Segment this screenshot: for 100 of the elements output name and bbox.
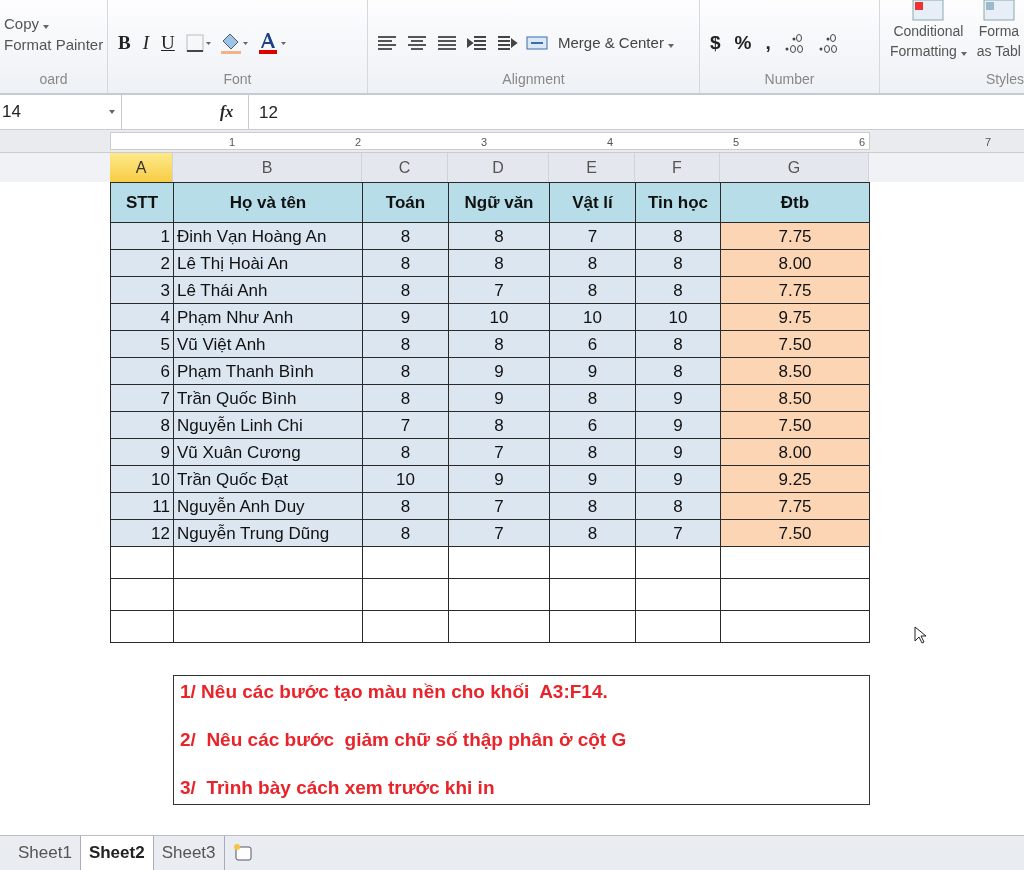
sheet-tab[interactable]: Sheet1 [10, 836, 81, 870]
column-header[interactable]: D [448, 153, 549, 182]
table-cell: 9 [448, 465, 550, 493]
table-cell: 8 [362, 438, 449, 466]
table-cell: 8 [448, 249, 550, 277]
number-format-button[interactable]: $ [708, 33, 723, 52]
styles-button[interactable]: Conditional Formatting [888, 0, 969, 69]
table-cell: 8 [635, 276, 721, 304]
table-cell: 7 [635, 519, 721, 547]
table-cell: 10 [448, 303, 550, 331]
table-icon [911, 0, 946, 22]
table-cell: 7 [448, 492, 550, 520]
table-cell: 6 [110, 357, 174, 385]
question-text: 2/ Nêu các bước giảm chữ số thập phân ở cột G [180, 728, 628, 752]
align-icon[interactable] [376, 33, 398, 52]
table-cell: 8 [448, 222, 550, 250]
align-icon[interactable] [406, 33, 428, 52]
table-cell: 8 [635, 330, 721, 358]
font-style-button[interactable]: I [140, 33, 151, 52]
column-header[interactable]: A [110, 153, 173, 182]
ruler-number: 2 [355, 135, 362, 150]
table-cell: 8 [549, 519, 636, 547]
table-cell: 6 [549, 411, 636, 439]
table-cell: 8 [635, 249, 721, 277]
table-cell: 9 [635, 384, 721, 412]
table-cell: Phạm Như Anh [173, 303, 363, 331]
table-cell: 10 [362, 465, 449, 493]
header-cell: Tin học [635, 182, 721, 223]
table-cell: 9 [635, 465, 721, 493]
table-cell: 9 [448, 384, 550, 412]
table-cell: 4 [110, 303, 174, 331]
table-cell: 8 [635, 357, 721, 385]
table-cell: 7.50 [720, 330, 870, 358]
indent-icon[interactable] [466, 33, 488, 52]
ruler-number: 4 [607, 135, 614, 150]
column-header[interactable]: G [720, 153, 869, 182]
table-cell: 8.00 [720, 249, 870, 277]
table-cell: Lê Thị Hoài An [173, 249, 363, 277]
sheet-tab[interactable]: Sheet3 [153, 836, 225, 870]
table-cell: 8 [362, 249, 449, 277]
table-cell: 8.00 [720, 438, 870, 466]
table-cell: 8 [362, 519, 449, 547]
column-header[interactable]: F [635, 153, 720, 182]
table-cell: 8.50 [720, 357, 870, 385]
table-cell: 9 [448, 357, 550, 385]
merge-center-button[interactable]: Merge & Center [556, 35, 677, 50]
table-cell: 7.75 [720, 276, 870, 304]
table-cell: 9 [362, 303, 449, 331]
font-color-icon[interactable] [256, 30, 287, 55]
clipboard-button[interactable]: Format Painter [2, 37, 106, 52]
ruler-number: 7 [985, 135, 992, 150]
table-cell: 11 [110, 492, 174, 520]
font-style-button[interactable]: B [116, 33, 133, 52]
table-cell: 7.75 [720, 222, 870, 250]
table-cell: 12 [110, 519, 174, 547]
table-cell: Nguyễn Linh Chi [173, 411, 363, 439]
table-cell: Lê Thái Anh [173, 276, 363, 304]
borders-icon[interactable] [184, 32, 211, 53]
group-label: Styles [984, 70, 1024, 89]
table-cell: 2 [110, 249, 174, 277]
table-cell: 6 [549, 330, 636, 358]
ruler-number: 1 [229, 135, 236, 150]
styles-button[interactable]: Forma as Tabl [974, 0, 1023, 69]
group-label: Font [222, 70, 253, 89]
name-box[interactable]: 14 [0, 95, 122, 129]
table-cell: 7.50 [720, 411, 870, 439]
header-cell: Đtb [720, 182, 870, 223]
ruler-number: 3 [481, 135, 488, 150]
table-cell: 1 [110, 222, 174, 250]
table-cell: 8 [362, 384, 449, 412]
indent-icon[interactable] [496, 33, 518, 52]
table-cell: 10 [110, 465, 174, 493]
column-header[interactable]: B [173, 153, 362, 182]
table-cell: 7.50 [720, 519, 870, 547]
table-cell: 8.50 [720, 384, 870, 412]
align-icon[interactable] [436, 33, 458, 52]
table-cell: 7 [362, 411, 449, 439]
formula-field[interactable]: 12 [248, 95, 1024, 129]
font-style-button[interactable]: U [159, 33, 177, 52]
table-cell: 8 [549, 438, 636, 466]
table-cell: 8 [549, 492, 636, 520]
table-cell: 8 [549, 276, 636, 304]
sheet-tab[interactable]: Sheet2 [80, 836, 154, 870]
table-cell: 8 [362, 357, 449, 385]
table-cell: 8 [448, 330, 550, 358]
column-header[interactable]: C [362, 153, 448, 182]
group-label: Alignment [501, 70, 566, 89]
table-cell: 7 [448, 276, 550, 304]
question-text: 1/ Nêu các bước tạo màu nền cho khối A3:F14. [180, 680, 609, 704]
function-label[interactable]: fx [220, 100, 248, 124]
table-cell: 8 [362, 276, 449, 304]
column-header[interactable]: E [549, 153, 635, 182]
table-cell: 5 [110, 330, 174, 358]
number-format-button[interactable]: % [732, 33, 754, 52]
table-icon [981, 0, 1016, 22]
merge-icon[interactable] [526, 34, 548, 51]
table-cell: Phạm Thanh Bình [173, 357, 363, 385]
number-format-button[interactable]: , [763, 33, 773, 52]
header-cell: Vật lí [549, 182, 636, 223]
clipboard-button[interactable]: Copy [2, 16, 52, 31]
